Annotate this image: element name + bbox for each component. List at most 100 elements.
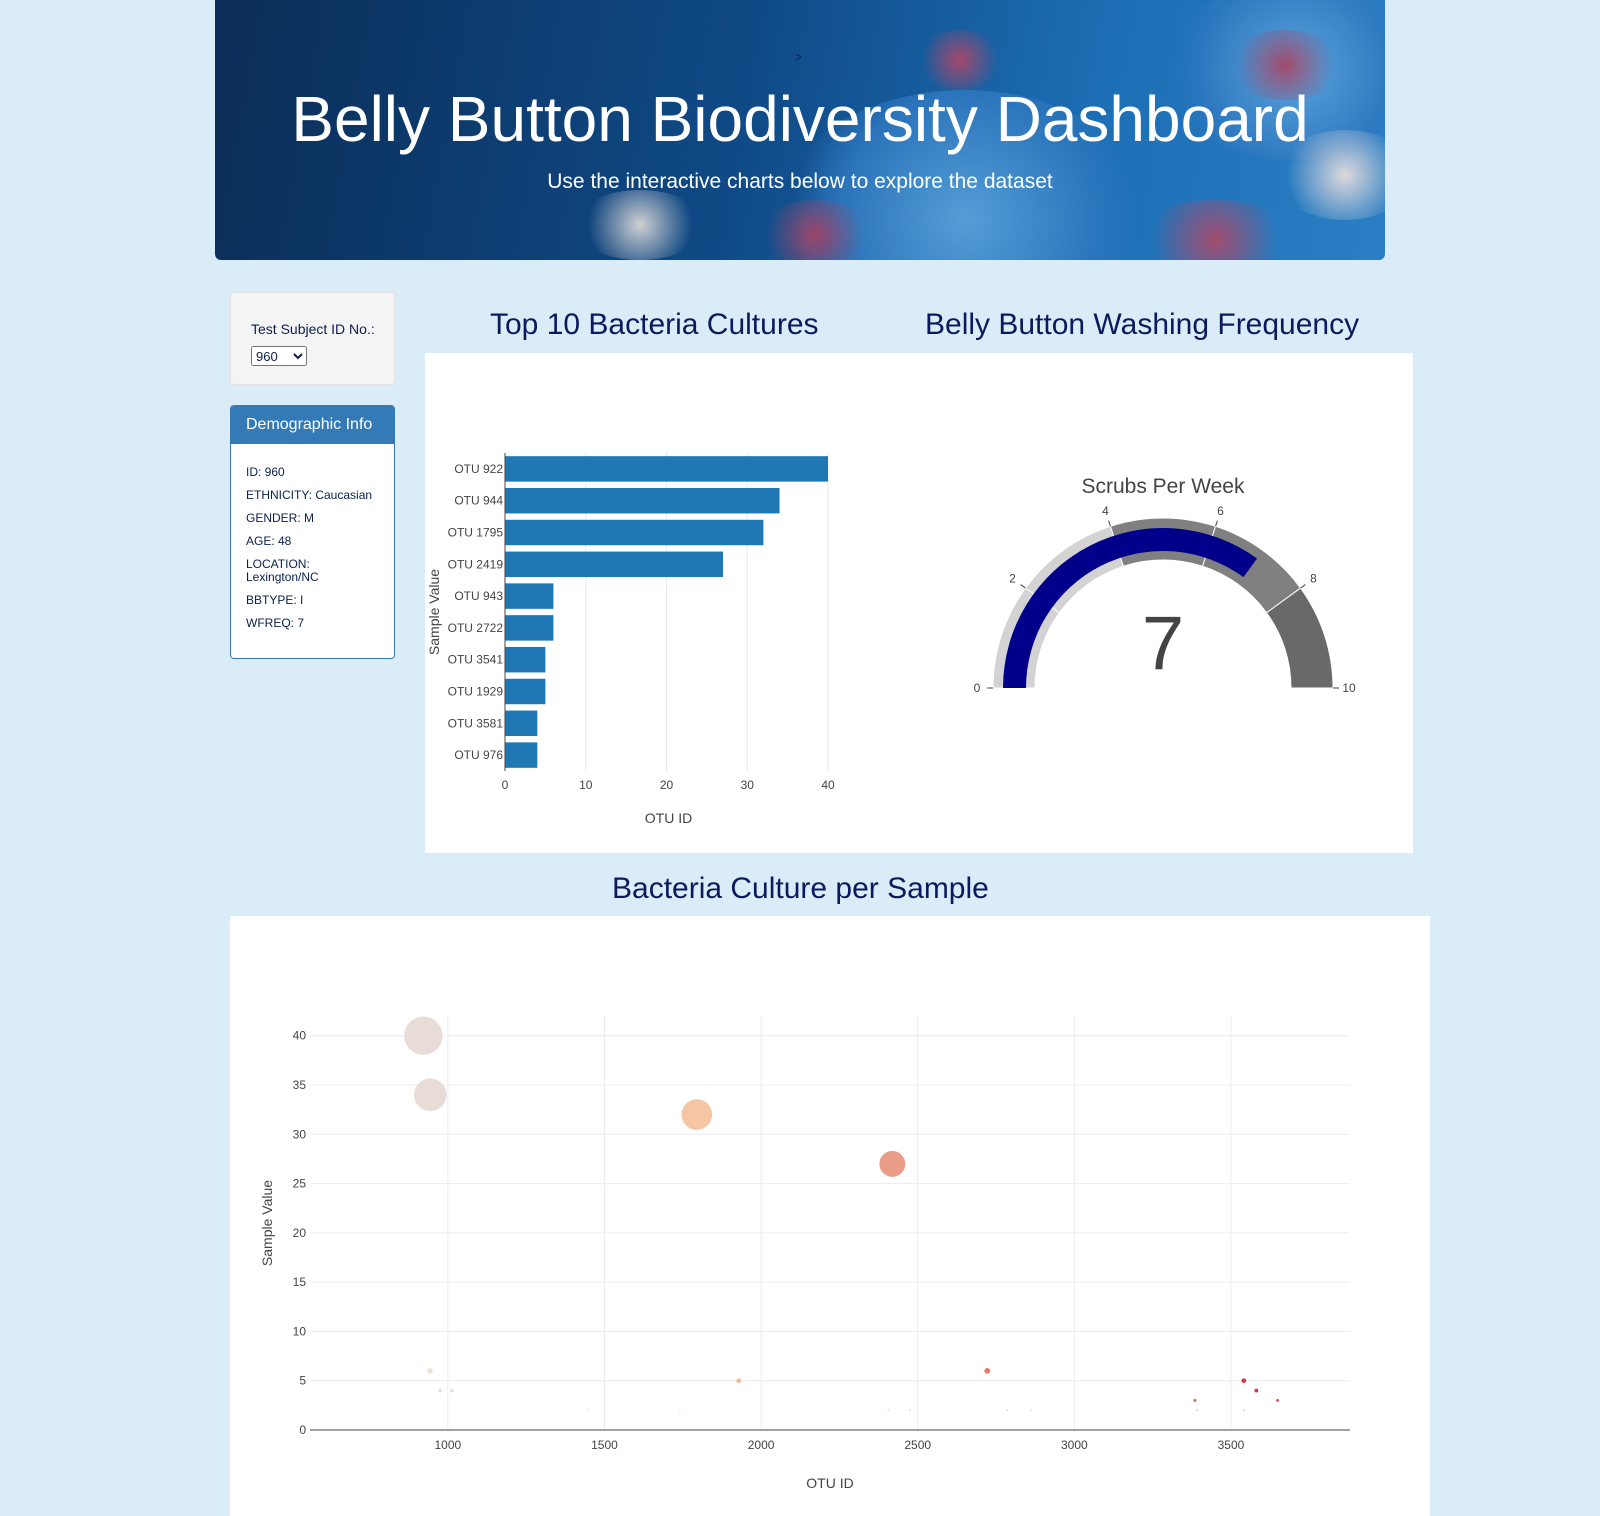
bubble-x-tick-label: 1500 — [591, 1438, 618, 1452]
bubble-x-tick-label: 2500 — [904, 1438, 931, 1452]
demo-gender: GENDER: M — [246, 511, 315, 525]
demo-id: ID: 960 — [246, 465, 285, 479]
bar-x-tick-label: 10 — [579, 778, 593, 792]
demographic-panel: Demographic Info ID: 960 ETHNICITY: Cauc… — [230, 405, 395, 659]
bubble-point — [984, 1367, 991, 1374]
bubble-point — [736, 1378, 742, 1384]
bar-y-tick-label: OTU 2722 — [448, 621, 504, 635]
gauge-title: Scrubs Per Week — [1081, 475, 1245, 498]
bar — [505, 615, 554, 641]
hero-decoration — [1135, 200, 1295, 260]
bubble-point — [887, 1409, 890, 1412]
bar-x-tick-label: 20 — [660, 778, 674, 792]
bubble-x-tick-label: 1000 — [434, 1438, 461, 1452]
bubble-y-tick-label: 15 — [293, 1275, 307, 1289]
bar-y-axis-label: Sample Value — [426, 569, 442, 655]
bar — [505, 551, 724, 578]
gauge-tick — [1300, 584, 1306, 589]
bar — [505, 678, 546, 705]
page-title: Belly Button Biodiversity Dashboard — [291, 83, 1309, 155]
bar — [505, 583, 554, 609]
bubble-point — [1242, 1409, 1245, 1412]
bar-x-tick-label: 40 — [821, 778, 835, 792]
bubble-y-tick-label: 20 — [293, 1226, 307, 1240]
bubble-point — [678, 1409, 681, 1412]
demographic-body: ID: 960 ETHNICITY: Caucasian GENDER: M A… — [231, 444, 394, 652]
bar — [505, 646, 546, 673]
bubble-point — [908, 1409, 911, 1412]
bubble-point — [1006, 1409, 1009, 1412]
bubble-chart-heading: Bacteria Culture per Sample — [612, 872, 989, 905]
hero-marker: > — [795, 50, 803, 64]
bar-y-tick-label: OTU 3581 — [448, 716, 504, 730]
bar-gauge-card: 0 10 20 30 40 OTU 922 OTU 944 OTU 1795 OTU 2419 O… — [425, 353, 1413, 853]
bar-x-tick-label: 0 — [502, 778, 509, 792]
bar-y-tick-label: OTU 2419 — [448, 557, 504, 571]
bubble-x-tick-label: 3500 — [1218, 1438, 1245, 1452]
bubble-point — [438, 1388, 443, 1393]
bar-y-tick-label: OTU 943 — [454, 589, 503, 603]
bar-y-tick-label: OTU 944 — [454, 494, 503, 508]
bubble-point — [879, 1150, 906, 1177]
demo-age: AGE: 48 — [246, 534, 292, 548]
bubble-point — [587, 1409, 590, 1412]
subject-id-dropdown[interactable]: 960 — [251, 346, 307, 366]
gauge-chart-heading: Belly Button Washing Frequency — [925, 308, 1360, 341]
bubble-point — [1276, 1398, 1280, 1402]
bubble-x-axis-label: OTU ID — [806, 1475, 853, 1491]
bubble-y-tick-label: 0 — [299, 1423, 306, 1437]
demographic-heading: Demographic Info — [231, 406, 394, 444]
bubble-point — [427, 1367, 433, 1374]
bubble-point — [413, 1078, 447, 1112]
gauge-tick-label: 10 — [1342, 681, 1356, 695]
bubble-y-tick-label: 10 — [293, 1324, 307, 1338]
bubble-point — [1241, 1378, 1247, 1384]
gauge-tick — [1108, 520, 1111, 527]
bubble-y-tick-label: 5 — [299, 1374, 306, 1388]
bubble-point — [449, 1388, 454, 1393]
bubble-y-tick-label: 25 — [293, 1177, 307, 1191]
bar-x-axis-label: OTU ID — [645, 810, 692, 826]
gauge-tick-label: 0 — [974, 681, 981, 695]
bar — [505, 742, 538, 768]
bar-chart[interactable]: 0 10 20 30 40 OTU 922 OTU 944 OTU 1795 OTU 2419 O… — [425, 353, 885, 853]
gauge-tick-label: 4 — [1102, 504, 1109, 518]
gauge-tick — [1020, 584, 1026, 589]
subject-selector-label: Test Subject ID No.: — [251, 321, 375, 337]
subject-selector-panel: Test Subject ID No.: 960 — [230, 292, 395, 385]
bubble-x-tick-label: 3000 — [1061, 1438, 1088, 1452]
demo-location: LOCATION: Lexington/NC — [246, 557, 319, 584]
bar-y-tick-label: OTU 922 — [454, 462, 503, 476]
bubble-point — [1193, 1398, 1197, 1402]
bar — [505, 487, 780, 514]
bar-y-tick-label: OTU 3541 — [448, 653, 504, 667]
gauge-value: 7 — [1142, 601, 1184, 686]
gauge-tick — [1215, 520, 1218, 527]
page-subtitle: Use the interactive charts below to expl… — [547, 170, 1053, 193]
bubble-point — [681, 1099, 713, 1130]
hero-decoration — [575, 190, 705, 260]
bar-y-tick-label: OTU 976 — [454, 748, 503, 762]
bubble-point — [1196, 1409, 1199, 1412]
bubble-point — [1030, 1409, 1033, 1412]
demo-bbtype: BBTYPE: I — [246, 593, 304, 607]
demo-wfreq: WFREQ: 7 — [246, 616, 305, 630]
bubble-y-axis-label: Sample Value — [259, 1180, 275, 1266]
bar — [505, 519, 764, 546]
bar-x-tick-label: 30 — [741, 778, 755, 792]
bubble-x-tick-label: 2000 — [748, 1438, 775, 1452]
bar — [505, 710, 538, 737]
bubble-y-tick-label: 40 — [293, 1029, 307, 1043]
bar-chart-heading: Top 10 Bacteria Cultures — [490, 308, 819, 341]
gauge-tick-label: 8 — [1310, 572, 1317, 586]
hero-banner: > Belly Button Biodiversity Dashboard Us… — [215, 0, 1385, 260]
bubble-y-tick-label: 30 — [293, 1127, 307, 1141]
bar — [505, 456, 828, 482]
gauge-value-bar — [1003, 528, 1258, 688]
bubble-point — [404, 1016, 443, 1055]
hero-decoration — [915, 30, 1005, 90]
bubble-chart[interactable]: 1000 1500 2000 2500 3000 3500 0 5 10 15 20 25 30 35 40… — [230, 916, 1430, 1516]
bubble-card: 1000 1500 2000 2500 3000 3500 0 5 10 15 20 25 30 35 40… — [230, 916, 1430, 1516]
gauge-tick-label: 2 — [1009, 572, 1016, 586]
gauge-chart[interactable]: 0 2 4 6 8 10 Scrubs Per Week 7 — [913, 353, 1413, 853]
